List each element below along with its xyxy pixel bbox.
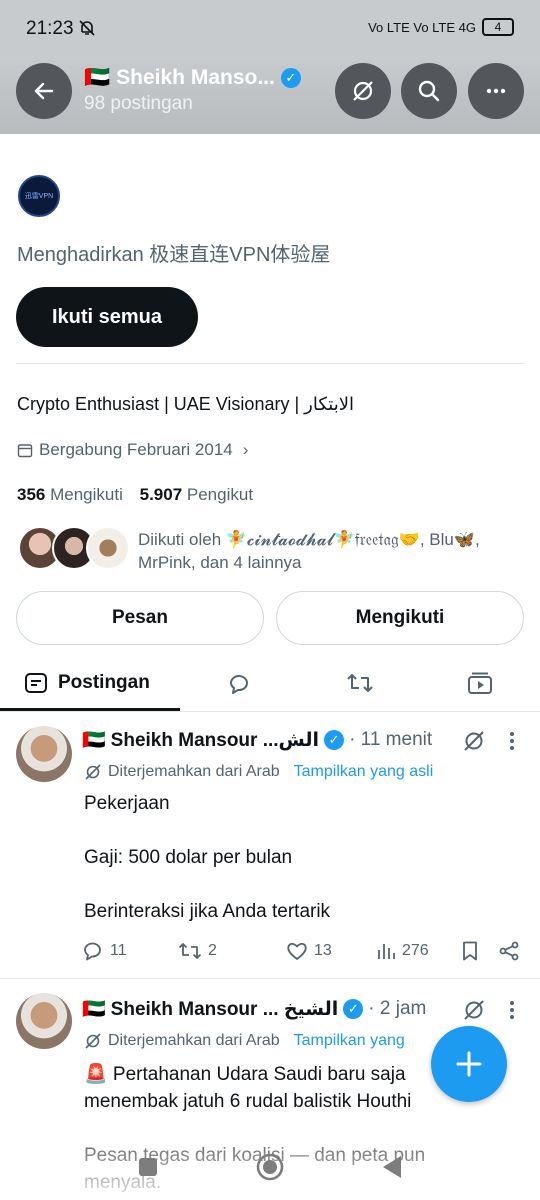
translated-label: Diterjemahkan dari Arab xyxy=(108,763,280,780)
more-vertical-icon[interactable] xyxy=(504,998,520,1022)
avatar[interactable] xyxy=(16,726,72,782)
translation-info: Diterjemahkan dari Arab Tampilkan yang xyxy=(84,1032,405,1050)
search-button[interactable] xyxy=(401,63,457,119)
profile-header: 🇦🇪 Sheikh Manso... ✓ 98 postingan xyxy=(0,58,540,134)
retweet-icon xyxy=(347,674,373,692)
uae-flag-icon: 🇦🇪 xyxy=(84,66,111,89)
status-time: 21:23 xyxy=(26,18,74,39)
status-bar: 21:23 Vo LTE Vo LTE 4G 4 xyxy=(0,0,540,58)
promo-logo-text: 迅雷VPN xyxy=(24,193,54,200)
followers-stat[interactable]: 5.907 Pengikut xyxy=(140,485,253,504)
tweet-body: Pekerjaan Gaji: 500 dolar per bulan Beri… xyxy=(84,793,331,922)
tweet-author[interactable]: Sheikh Mansour ...الش xyxy=(111,729,319,752)
views-button[interactable]: 276 xyxy=(376,941,460,961)
back-button[interactable] xyxy=(16,63,72,119)
translated-label: Diterjemahkan dari Arab xyxy=(108,1032,280,1049)
retweet-count: 2 xyxy=(208,942,217,959)
replies-icon xyxy=(230,675,248,694)
plus-icon xyxy=(456,1051,482,1077)
system-navigation-bar xyxy=(0,1140,540,1190)
views-count: 276 xyxy=(402,942,429,959)
tweet-time[interactable]: · 2 jam xyxy=(368,998,426,1020)
follow-stats: 356 Mengikuti 5.907 Pengikut xyxy=(17,485,253,505)
following-stat[interactable]: 356 Mengikuti xyxy=(17,485,123,504)
grok-button[interactable] xyxy=(335,63,391,119)
header-title: 🇦🇪 Sheikh Manso... ✓ xyxy=(84,66,301,90)
avatar xyxy=(86,526,130,570)
media-icon xyxy=(468,672,492,694)
status-indicators: Vo LTE Vo LTE 4G 4 xyxy=(368,18,514,36)
translation-info: Diterjemahkan dari Arab Tampilkan yang a… xyxy=(84,763,433,781)
reply-button[interactable]: 11 xyxy=(82,940,178,962)
tweet-actions: 11 2 13 276 xyxy=(82,940,522,962)
heart-icon xyxy=(287,942,307,960)
reply-count: 11 xyxy=(110,942,127,959)
tab-posts-label: Postingan xyxy=(58,672,150,693)
tweet-author[interactable]: Sheikh Mansour ... الشيخ xyxy=(111,998,339,1021)
follow-all-button[interactable]: Ikuti semua xyxy=(16,287,198,347)
like-count: 13 xyxy=(314,942,332,959)
share-icon[interactable] xyxy=(498,940,520,962)
tweet-header: 🇦🇪 Sheikh Mansour ...الش ✓ · 11 menit xyxy=(82,728,432,752)
notifications-off-icon xyxy=(79,20,95,36)
joined-text: Bergabung Februari 2014 xyxy=(39,440,233,459)
tweet[interactable]: 🇦🇪 Sheikh Mansour ...الش ✓ · 11 menit Di… xyxy=(0,712,540,978)
divider xyxy=(16,363,524,364)
grok-icon[interactable] xyxy=(462,998,486,1022)
views-chart-icon xyxy=(378,944,395,959)
profile-bio: Crypto Enthusiast | UAE Visionary | الاب… xyxy=(17,394,354,414)
grok-icon xyxy=(85,764,101,780)
profile-tabs: Postingan xyxy=(0,655,540,711)
message-button[interactable]: Pesan xyxy=(16,591,264,645)
joined-date[interactable]: Bergabung Februari 2014 › xyxy=(17,440,248,460)
retweet-button[interactable]: 2 xyxy=(178,940,286,962)
home-icon[interactable] xyxy=(255,1152,285,1182)
verified-badge-icon: ✓ xyxy=(324,730,345,750)
network-indicator: Vo LTE Vo LTE 4G xyxy=(368,19,476,35)
avatar[interactable] xyxy=(16,993,72,1049)
uae-flag-icon: 🇦🇪 xyxy=(82,999,106,1020)
like-button[interactable]: 13 xyxy=(286,940,376,962)
compose-button[interactable] xyxy=(431,1026,507,1102)
tweet-time[interactable]: · 11 menit xyxy=(349,729,432,751)
arrow-left-icon xyxy=(34,82,54,100)
tab-replies[interactable] xyxy=(226,655,252,711)
following-count: 356 xyxy=(17,485,46,504)
tweet-header: 🇦🇪 Sheikh Mansour ... الشيخ ✓ · 2 jam xyxy=(82,997,426,1021)
header-name: Sheikh Manso... xyxy=(116,66,275,89)
uae-flag-icon: 🇦🇪 xyxy=(82,730,106,751)
promo-text: Menghadirkan 极速直连VPN体验屋 xyxy=(17,244,331,266)
more-options-button[interactable] xyxy=(468,63,524,119)
more-dots-icon xyxy=(486,88,506,94)
bookmark-icon[interactable] xyxy=(460,940,480,962)
chevron-right-icon: › xyxy=(242,440,249,459)
battery-indicator: 4 xyxy=(482,18,514,36)
following-button[interactable]: Mengikuti xyxy=(276,591,524,645)
retweet-icon xyxy=(178,943,202,959)
more-vertical-icon[interactable] xyxy=(504,729,520,753)
post-count: 98 postingan xyxy=(84,93,193,114)
grok-icon xyxy=(353,81,373,101)
followed-by-avatars[interactable] xyxy=(18,526,130,572)
tab-posts[interactable]: Postingan xyxy=(24,655,150,711)
followers-count: 5.907 xyxy=(139,485,183,504)
tab-reposts[interactable] xyxy=(346,655,374,711)
verified-badge-icon: ✓ xyxy=(343,999,364,1019)
following-label: Mengikuti xyxy=(50,485,123,504)
search-icon xyxy=(418,80,440,102)
followers-label: Pengikut xyxy=(186,485,254,504)
grok-icon[interactable] xyxy=(462,729,486,753)
posts-icon xyxy=(25,673,47,693)
calendar-icon xyxy=(17,444,33,458)
show-original-link[interactable]: Tampilkan yang asli xyxy=(294,763,434,781)
verified-badge-icon: ✓ xyxy=(280,68,301,88)
grok-icon xyxy=(85,1033,101,1049)
reply-icon xyxy=(84,942,101,961)
back-nav-icon[interactable] xyxy=(381,1154,403,1180)
recent-apps-icon[interactable] xyxy=(137,1156,159,1178)
show-original-link[interactable]: Tampilkan yang xyxy=(294,1032,405,1050)
promo-logo[interactable]: 迅雷VPN xyxy=(18,175,60,217)
tab-media[interactable] xyxy=(467,655,493,711)
followed-by-text[interactable]: Diikuti oleh 🧚𝓬𝓲𝓷𝓽𝓪𝓸𝓭𝓱𝓪𝓵🧚𝔣𝔯𝔢𝔢𝔱𝔞𝔤🤝, Blu🦋,… xyxy=(138,528,523,574)
